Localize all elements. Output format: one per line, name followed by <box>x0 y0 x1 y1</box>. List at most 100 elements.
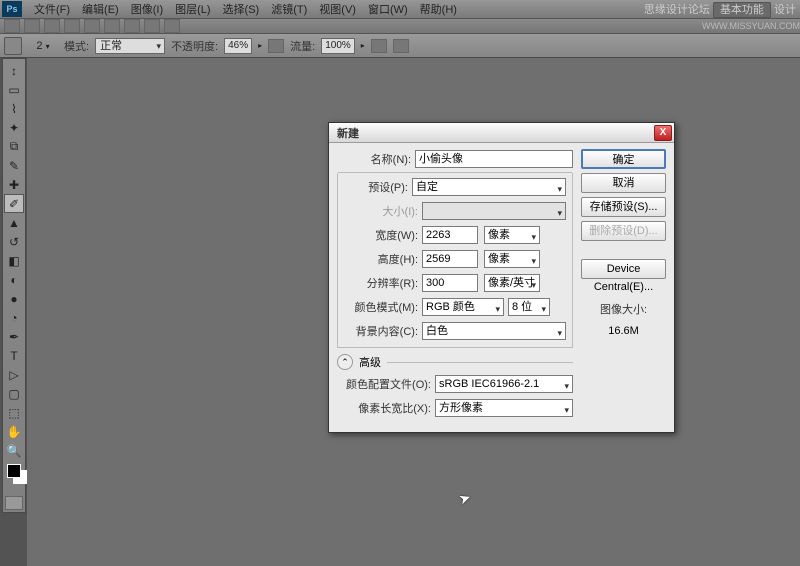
toolbar-icon[interactable] <box>84 19 100 33</box>
width-label: 宽度(W): <box>344 227 422 243</box>
3d-tool-icon[interactable]: ⬚ <box>4 403 24 422</box>
menu-window[interactable]: 窗口(W) <box>362 1 414 17</box>
bg-select[interactable]: 白色 <box>422 322 566 340</box>
watermark: 思缘设计论坛 基本功能 设计 <box>644 1 796 17</box>
shape-tool-icon[interactable]: ▢ <box>4 384 24 403</box>
save-preset-button[interactable]: 存储预设(S)... <box>581 197 666 217</box>
mode-select[interactable]: 正常 <box>95 38 165 54</box>
wand-tool-icon[interactable]: ✦ <box>4 118 24 137</box>
hand-tool-icon[interactable]: ✋ <box>4 422 24 441</box>
menu-view[interactable]: 视图(V) <box>313 1 362 17</box>
menu-select[interactable]: 选择(S) <box>217 1 266 17</box>
aspect-label: 像素长宽比(X): <box>337 400 435 416</box>
menu-help[interactable]: 帮助(H) <box>414 1 463 17</box>
name-label: 名称(N): <box>337 151 415 167</box>
profile-label: 颜色配置文件(O): <box>337 376 435 392</box>
delete-preset-button: 删除预设(D)... <box>581 221 666 241</box>
app-icon: Ps <box>2 1 22 17</box>
device-central-button[interactable]: Device Central(E)... <box>581 259 666 279</box>
close-icon[interactable]: X <box>654 125 672 141</box>
colormode-select[interactable]: RGB 颜色 <box>422 298 504 316</box>
icon-toolbar: WWW.MISSYUAN.COM <box>0 18 800 34</box>
toolbar-icon[interactable] <box>4 19 20 33</box>
menu-image[interactable]: 图像(I) <box>125 1 169 17</box>
eyedropper-tool-icon[interactable]: ✎ <box>4 156 24 175</box>
toolbar-icon[interactable] <box>104 19 120 33</box>
image-size-value: 16.6M <box>581 325 666 337</box>
tablet-pressure-icon[interactable] <box>393 39 409 53</box>
flow-label: 流量: <box>290 38 315 54</box>
opacity-label: 不透明度: <box>171 38 218 54</box>
menu-edit[interactable]: 编辑(E) <box>76 1 125 17</box>
toolbox: ↕ ▭ ⌇ ✦ ⧉ ✎ ✚ ✐ ▲ ↺ ◧ ◐ ● ◔ ✒ T ▷ ▢ ⬚ ✋ … <box>2 58 26 513</box>
brush-tool-icon[interactable]: ✐ <box>4 194 24 213</box>
blur-tool-icon[interactable]: ● <box>4 289 24 308</box>
brush-size[interactable]: 2 ▾ <box>28 40 58 52</box>
gradient-tool-icon[interactable]: ◐ <box>4 270 24 289</box>
move-tool-icon[interactable]: ↕ <box>4 61 24 80</box>
toolbar-icon[interactable] <box>64 19 80 33</box>
eraser-tool-icon[interactable]: ◧ <box>4 251 24 270</box>
advanced-toggle-icon[interactable]: ⌃ <box>337 354 353 370</box>
dialog-titlebar[interactable]: 新建 X <box>329 123 674 143</box>
res-field[interactable]: 300 <box>422 274 478 292</box>
opacity-pressure-icon[interactable] <box>268 39 284 53</box>
zoom-tool-icon[interactable]: 🔍 <box>4 441 24 460</box>
type-tool-icon[interactable]: T <box>4 346 24 365</box>
marquee-tool-icon[interactable]: ▭ <box>4 80 24 99</box>
size-select <box>422 202 566 220</box>
width-field[interactable]: 2263 <box>422 226 478 244</box>
crop-tool-icon[interactable]: ⧉ <box>4 137 24 156</box>
lasso-tool-icon[interactable]: ⌇ <box>4 99 24 118</box>
name-field[interactable]: 小偷头像 <box>415 150 573 168</box>
history-brush-icon[interactable]: ↺ <box>4 232 24 251</box>
toolbar-icon[interactable] <box>144 19 160 33</box>
menu-layer[interactable]: 图层(L) <box>169 1 216 17</box>
width-unit-select[interactable]: 像素 <box>484 226 540 244</box>
divider <box>387 362 573 363</box>
quickmask-icon[interactable] <box>5 496 23 510</box>
bit-select[interactable]: 8 位 <box>508 298 550 316</box>
bg-label: 背景内容(C): <box>344 323 422 339</box>
toolbar-icon[interactable] <box>24 19 40 33</box>
height-label: 高度(H): <box>344 251 422 267</box>
opacity-value[interactable]: 46% <box>224 38 252 54</box>
res-unit-select[interactable]: 像素/英寸 <box>484 274 540 292</box>
brush-preview[interactable] <box>4 37 22 55</box>
menu-filter[interactable]: 滤镜(T) <box>265 1 313 17</box>
height-field[interactable]: 2569 <box>422 250 478 268</box>
flow-value[interactable]: 100% <box>321 38 355 54</box>
color-swatches[interactable] <box>7 464 21 478</box>
mode-label: 模式: <box>64 38 89 54</box>
preset-label: 预设(P): <box>344 179 412 195</box>
size-label: 大小(I): <box>344 203 422 219</box>
opacity-arrow-icon[interactable]: ▸ <box>258 41 262 50</box>
toolbar-icon[interactable] <box>164 19 180 33</box>
menubar: Ps 文件(F) 编辑(E) 图像(I) 图层(L) 选择(S) 滤镜(T) 视… <box>0 0 800 18</box>
heal-tool-icon[interactable]: ✚ <box>4 175 24 194</box>
toolbar-icon[interactable] <box>124 19 140 33</box>
colormode-label: 颜色模式(M): <box>344 299 422 315</box>
cancel-button[interactable]: 取消 <box>581 173 666 193</box>
height-unit-select[interactable]: 像素 <box>484 250 540 268</box>
preset-select[interactable]: 自定 <box>412 178 566 196</box>
dodge-tool-icon[interactable]: ◔ <box>4 308 24 327</box>
profile-select[interactable]: sRGB IEC61966-2.1 <box>435 375 573 393</box>
options-bar: 2 ▾ 模式: 正常 不透明度: 46% ▸ 流量: 100% ▸ <box>0 34 800 58</box>
airbrush-icon[interactable] <box>371 39 387 53</box>
dialog-title: 新建 <box>337 125 359 141</box>
pen-tool-icon[interactable]: ✒ <box>4 327 24 346</box>
watermark-url: WWW.MISSYUAN.COM <box>702 21 800 31</box>
aspect-select[interactable]: 方形像素 <box>435 399 573 417</box>
toolbar-icon[interactable] <box>44 19 60 33</box>
new-document-dialog: 新建 X 名称(N): 小偷头像 预设(P): 自定 大小(I): 宽度(W):… <box>328 122 675 433</box>
ok-button[interactable]: 确定 <box>581 149 666 169</box>
image-size-label: 图像大小: <box>581 301 666 317</box>
foreground-swatch[interactable] <box>7 464 21 478</box>
path-tool-icon[interactable]: ▷ <box>4 365 24 384</box>
res-label: 分辨率(R): <box>344 275 422 291</box>
advanced-label: 高级 <box>359 354 381 370</box>
menu-file[interactable]: 文件(F) <box>28 1 76 17</box>
flow-arrow-icon[interactable]: ▸ <box>361 41 365 50</box>
stamp-tool-icon[interactable]: ▲ <box>4 213 24 232</box>
